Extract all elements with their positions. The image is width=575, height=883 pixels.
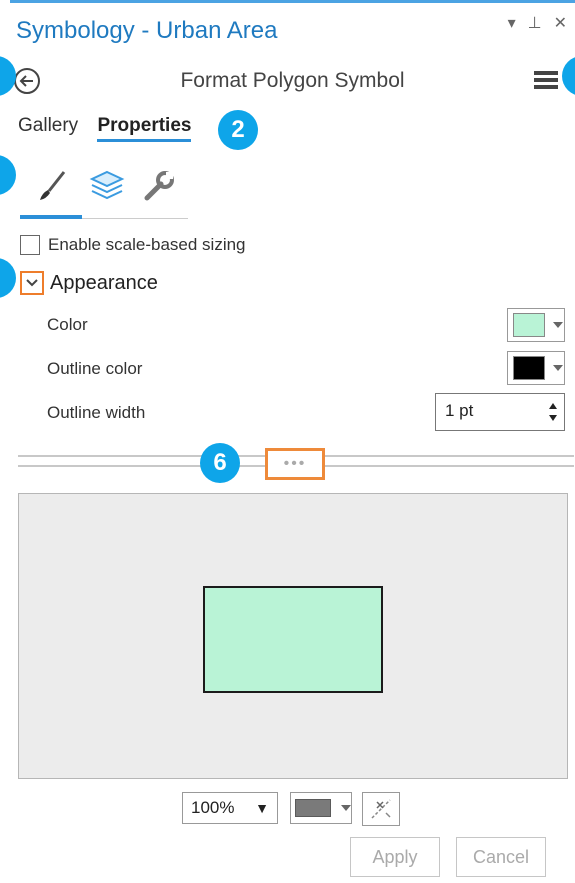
- zoom-value: 100%: [191, 798, 235, 817]
- scale-sizing-checkbox[interactable]: [20, 235, 40, 255]
- outline-width-label: Outline width: [47, 403, 146, 422]
- dropdown-icon[interactable]: ▾: [508, 13, 516, 33]
- callout-badge: 6: [200, 443, 240, 483]
- pin-icon[interactable]: ⊥: [528, 13, 542, 33]
- zoom-select[interactable]: 100% ▼: [182, 792, 278, 824]
- reset-view-icon: [371, 799, 391, 819]
- color-picker[interactable]: [507, 308, 565, 342]
- tab-gallery[interactable]: Gallery: [18, 115, 78, 137]
- collapse-toggle[interactable]: [20, 271, 44, 295]
- hamburger-icon: [534, 71, 558, 89]
- color-label: Color: [47, 315, 88, 334]
- paintbrush-icon: [40, 171, 66, 200]
- outline-color-label: Outline color: [47, 359, 143, 378]
- tab-bar: Gallery Properties: [18, 115, 205, 142]
- cancel-button[interactable]: Cancel: [456, 837, 546, 877]
- splitter-grip[interactable]: •••: [265, 448, 325, 480]
- appearance-heading: Appearance: [50, 271, 158, 294]
- pane-title: Symbology - Urban Area: [16, 17, 278, 44]
- preview-background-select[interactable]: [290, 792, 352, 824]
- outline-width-input[interactable]: 1 pt: [435, 393, 565, 431]
- chevron-down-icon: [553, 322, 563, 328]
- wrench-icon: [144, 171, 174, 201]
- chevron-down-icon: [341, 805, 351, 811]
- header-title: Format Polygon Symbol: [180, 69, 405, 92]
- symbol-preview: [18, 493, 568, 779]
- format-header: Format Polygon Symbol: [10, 63, 575, 99]
- menu-button[interactable]: [533, 69, 559, 91]
- scale-sizing-option[interactable]: Enable scale-based sizing: [20, 235, 246, 255]
- layers-icon: [89, 170, 125, 200]
- symbology-pane: Symbology - Urban Area ▾ ⊥ ✕ Format Poly…: [10, 0, 575, 883]
- outline-width-value: 1 pt: [445, 401, 474, 420]
- outline-color-swatch: [513, 356, 545, 380]
- symbol-icon-bar: [20, 163, 188, 219]
- outline-color-picker[interactable]: [507, 351, 565, 385]
- properties-tab-button[interactable]: [134, 163, 184, 209]
- pane-controls: ▾ ⊥ ✕: [508, 13, 567, 33]
- symbol-tab-button[interactable]: [26, 163, 76, 209]
- background-swatch: [295, 799, 331, 817]
- close-icon[interactable]: ✕: [554, 13, 567, 33]
- callout-badge: 2: [218, 110, 258, 150]
- chevron-down-icon: ▼: [255, 800, 269, 816]
- apply-button[interactable]: Apply: [350, 837, 440, 877]
- active-tab-indicator: [20, 215, 82, 219]
- chevron-down-icon: [553, 365, 563, 371]
- scale-sizing-label: Enable scale-based sizing: [48, 235, 246, 254]
- polygon-preview: [203, 586, 383, 693]
- spinner-arrows-icon[interactable]: [548, 399, 558, 425]
- layers-tab-button[interactable]: [82, 163, 132, 209]
- tab-properties[interactable]: Properties: [97, 115, 192, 142]
- reset-preview-button[interactable]: [362, 792, 400, 826]
- color-swatch: [513, 313, 545, 337]
- appearance-section-header[interactable]: Appearance: [20, 271, 158, 295]
- chevron-down-icon: [26, 279, 38, 287]
